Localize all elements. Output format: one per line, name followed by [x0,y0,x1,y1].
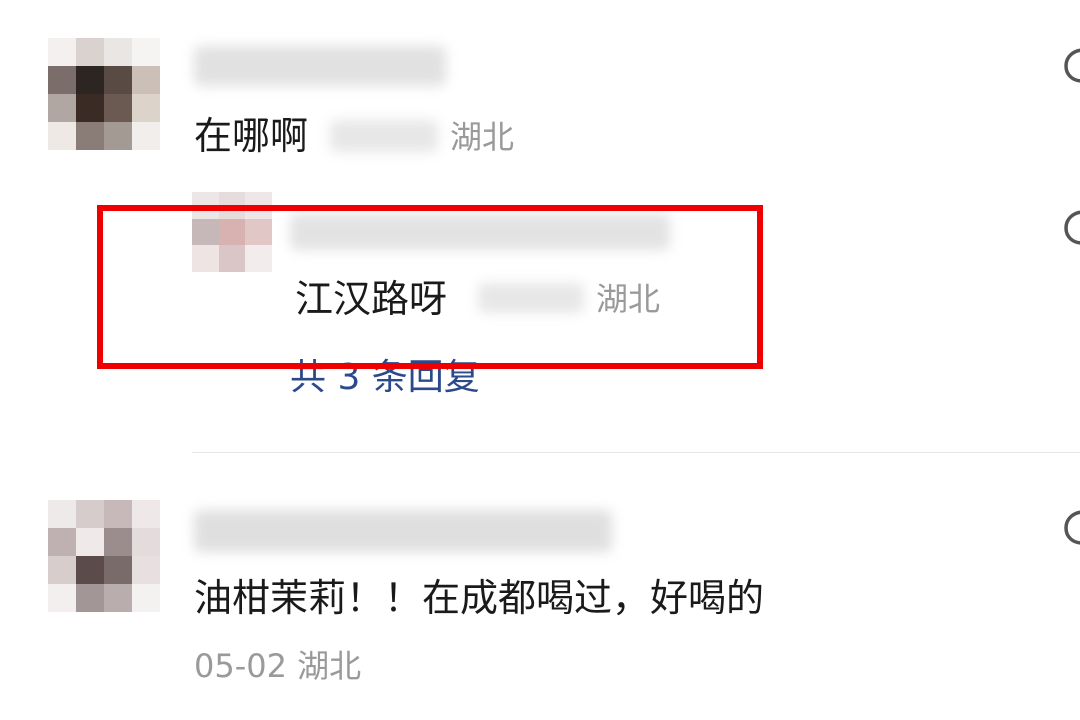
location-label: 湖北 [596,280,661,318]
comment-meta: 05-02 湖北 [194,647,361,685]
avatar-pixel [76,38,104,66]
avatar-pixel [76,500,104,528]
avatar-pixel [192,218,219,246]
avatar-pixel [245,218,272,246]
avatar-pixel [218,192,246,219]
location-label: 湖北 [450,118,515,156]
location-label: 湖北 [297,647,362,685]
date-label: 05-02 [194,647,287,685]
avatar-pixel [218,245,246,272]
view-replies-link[interactable]: 共 3 条回复 [290,356,480,400]
avatar-pixel [48,584,76,612]
reply-text: 江汉路呀 [295,277,448,321]
avatar-pixel [104,556,132,584]
avatar-pixel [132,528,160,556]
avatar-pixel [104,584,132,612]
avatar-pixel [132,500,160,528]
avatar[interactable] [48,500,160,612]
timestamp-redacted [478,283,584,313]
comment-text: 油柑茉莉！！在成都喝过，好喝的 [194,576,765,620]
divider [192,452,1080,453]
username-redacted[interactable] [194,46,446,86]
avatar-pixel [76,584,104,612]
avatar-pixel [132,38,160,66]
avatar-pixel [104,38,132,66]
avatar-pixel [48,122,76,150]
avatar-pixel [104,66,132,94]
comment-bubble-icon[interactable] [1062,208,1080,252]
comment-bubble-icon[interactable] [1062,46,1080,90]
avatar-pixel [192,192,219,219]
avatar-pixel [132,122,160,150]
avatar-pixel [48,528,76,556]
comment-thread: 在哪啊 湖北 江汉路呀 湖北 共 3 条回复 油柑茉莉！！在成都喝过，好喝的 0… [0,0,1080,720]
avatar-pixel [48,94,76,122]
avatar[interactable] [192,192,272,272]
avatar-pixel [76,122,104,150]
comment-text: 在哪啊 [194,114,309,158]
avatar-pixel [76,94,104,122]
avatar-pixel [245,192,272,219]
avatar-pixel [218,218,246,246]
avatar-pixel [104,122,132,150]
avatar-pixel [76,556,104,584]
avatar-pixel [48,556,76,584]
avatar-pixel [132,94,160,122]
avatar-pixel [48,66,76,94]
avatar-pixel [132,66,160,94]
avatar-pixel [76,66,104,94]
timestamp-redacted [330,120,438,152]
avatar-pixel [48,500,76,528]
avatar-pixel [245,245,272,272]
avatar-pixel [132,584,160,612]
avatar-pixel [48,38,76,66]
comment-bubble-icon[interactable] [1062,508,1080,552]
avatar[interactable] [48,38,160,150]
avatar-pixel [104,500,132,528]
username-redacted[interactable] [290,214,670,250]
avatar-pixel [192,245,219,272]
avatar-pixel [104,528,132,556]
username-redacted[interactable] [194,510,612,552]
avatar-pixel [104,94,132,122]
avatar-pixel [76,528,104,556]
avatar-pixel [132,556,160,584]
